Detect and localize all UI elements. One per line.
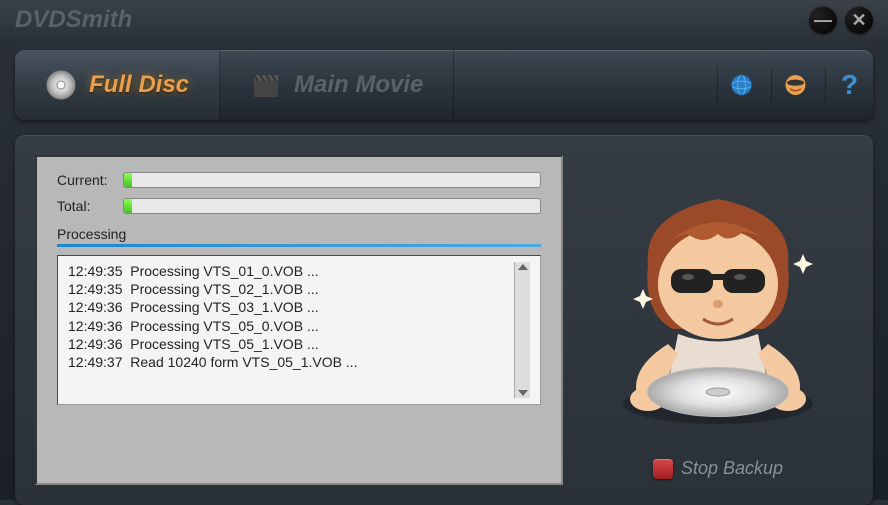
log-line: 12:49:35 Processing VTS_02_1.VOB ... bbox=[68, 280, 358, 298]
titlebar: DVDSmith — ✕ bbox=[0, 0, 888, 40]
clapperboard-icon bbox=[250, 69, 282, 101]
app-title: DVDSmith bbox=[15, 6, 809, 34]
help-button[interactable]: ? bbox=[825, 67, 861, 103]
total-progress-fill bbox=[124, 199, 132, 213]
stop-icon bbox=[653, 459, 673, 479]
progress-panel: Current: Total: Processing 12:49:35 Proc… bbox=[35, 155, 563, 485]
globe-icon bbox=[730, 70, 753, 100]
log-line: 12:49:35 Processing VTS_01_0.VOB ... bbox=[68, 262, 358, 280]
disc-icon bbox=[45, 69, 77, 101]
question-icon: ? bbox=[841, 69, 858, 101]
log-line: 12:49:36 Processing VTS_03_1.VOB ... bbox=[68, 298, 358, 316]
toolbar: Full Disc Main Movie ? bbox=[15, 50, 873, 120]
face-icon bbox=[784, 70, 807, 100]
minimize-button[interactable]: — bbox=[809, 6, 837, 34]
log-line: 12:49:37 Read 10240 form VTS_05_1.VOB ..… bbox=[68, 353, 358, 371]
log-line: 12:49:36 Processing VTS_05_1.VOB ... bbox=[68, 335, 358, 353]
log-lines: 12:49:35 Processing VTS_01_0.VOB ...12:4… bbox=[68, 262, 358, 398]
total-progress-bar bbox=[123, 198, 541, 214]
close-button[interactable]: ✕ bbox=[845, 6, 873, 34]
tab-main-movie[interactable]: Main Movie bbox=[220, 50, 454, 120]
globe-button[interactable] bbox=[717, 67, 753, 103]
log-line: 12:49:36 Processing VTS_05_0.VOB ... bbox=[68, 317, 358, 335]
tab-full-disc[interactable]: Full Disc bbox=[15, 50, 220, 120]
processing-label: Processing bbox=[57, 226, 541, 242]
current-progress-bar bbox=[123, 172, 541, 188]
divider bbox=[57, 244, 541, 247]
tab-main-movie-label: Main Movie bbox=[294, 71, 423, 99]
tool-icons: ? bbox=[717, 67, 861, 103]
tab-full-disc-label: Full Disc bbox=[89, 71, 189, 99]
log-box: 12:49:35 Processing VTS_01_0.VOB ...12:4… bbox=[57, 255, 541, 405]
current-progress-row: Current: bbox=[57, 172, 541, 188]
right-panel: Stop Backup bbox=[583, 155, 853, 485]
stop-backup-button[interactable]: Stop Backup bbox=[653, 452, 783, 485]
feedback-button[interactable] bbox=[771, 67, 807, 103]
current-progress-fill bbox=[124, 173, 132, 187]
total-progress-row: Total: bbox=[57, 198, 541, 214]
stop-backup-label: Stop Backup bbox=[681, 458, 783, 479]
scrollbar[interactable] bbox=[514, 262, 530, 398]
window-controls: — ✕ bbox=[809, 6, 873, 34]
current-label: Current: bbox=[57, 172, 115, 188]
mascot-illustration bbox=[593, 155, 843, 452]
content-area: Current: Total: Processing 12:49:35 Proc… bbox=[15, 135, 873, 505]
total-label: Total: bbox=[57, 198, 115, 214]
